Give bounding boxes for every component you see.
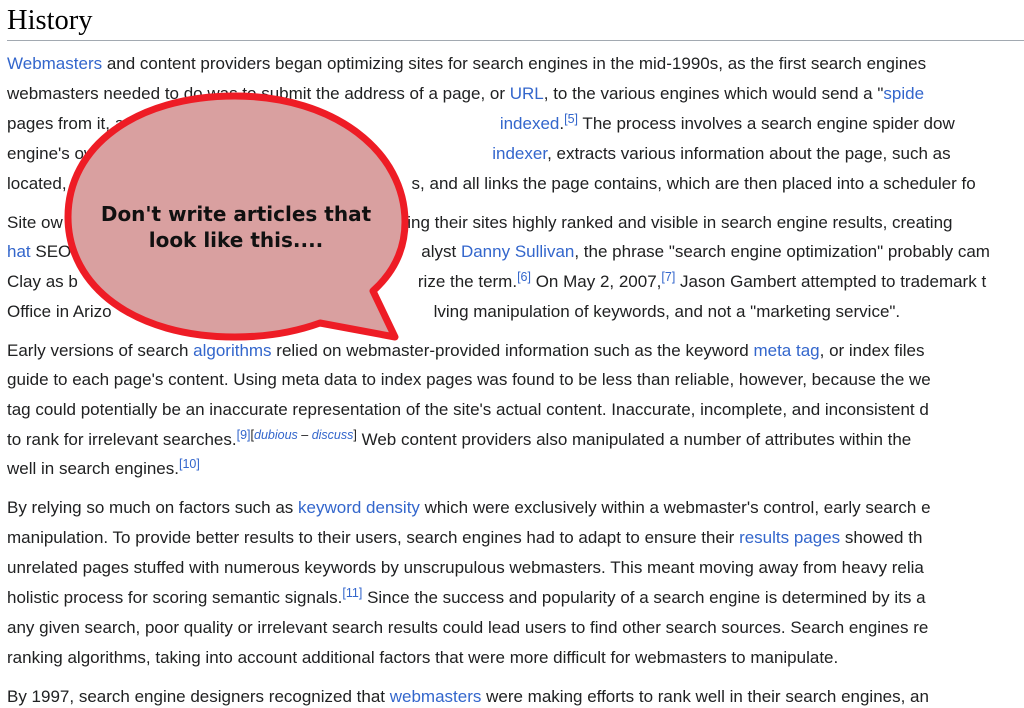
citation-6[interactable]: [6] — [517, 270, 531, 284]
citation-9[interactable]: [9] — [237, 428, 251, 442]
text: located, — [7, 174, 67, 193]
paragraph-4-line-6: ranking algorithms, taking into account … — [7, 647, 838, 669]
paragraph-3-line-5: well in search engines.[10] — [7, 458, 200, 480]
text: guide to each page's content. Using meta… — [7, 370, 931, 389]
text: tag could potentially be an inaccurate r… — [7, 400, 929, 419]
text: rize the term. — [417, 272, 518, 291]
text: , or index files — [819, 341, 925, 360]
paragraph-4-line-3: unrelated pages stuffed with numerous ke… — [7, 557, 924, 579]
link-spider[interactable]: spide — [883, 84, 924, 103]
text: manipulation. To provide better results … — [7, 528, 740, 547]
section-heading: History — [7, 2, 1024, 41]
paragraph-3-line-1: Early versions of search algorithms reli… — [7, 340, 925, 362]
link-indexed[interactable]: indexed — [500, 114, 560, 133]
citation-5[interactable]: [5] — [564, 112, 578, 126]
text: , extracts various information about the… — [547, 144, 951, 163]
text: showed th — [840, 528, 923, 547]
paragraph-1-line-2: webmasters needed to do was to submit th… — [7, 83, 924, 105]
paragraph-3-line-3: tag could potentially be an inaccurate r… — [7, 399, 929, 421]
link-black-hat[interactable]: hat — [7, 242, 31, 261]
text: By 1997, search engine designers recogni… — [7, 687, 390, 706]
link-keyword-density[interactable]: keyword density — [298, 498, 420, 517]
paragraph-2-line-3: Clay as b rize the term.[6] On May 2, 200… — [7, 271, 986, 293]
text: Clay as b — [7, 272, 78, 291]
paragraph-1-line-1: Webmasters and content providers began o… — [7, 53, 926, 75]
text: alyst — [421, 242, 461, 261]
text: and content providers began optimizing s… — [102, 54, 927, 73]
text: s, and all links the page contains, whic… — [411, 174, 976, 193]
text: unrelated pages stuffed with numerous ke… — [7, 558, 924, 577]
text: engine's ow — [7, 144, 97, 163]
text: Since the success and popularity of a se… — [362, 588, 926, 607]
text: holistic process for scoring semantic si… — [7, 588, 343, 607]
paragraph-4-line-4: holistic process for scoring semantic si… — [7, 587, 926, 609]
link-meta-tag[interactable]: meta tag — [753, 341, 819, 360]
citation-7[interactable]: [7] — [661, 270, 675, 284]
speech-bubble-line-2: look like this.... — [148, 228, 324, 252]
speech-bubble-text: Don't write articles that look like this… — [96, 201, 376, 253]
citation-10[interactable]: [10] — [179, 457, 200, 471]
paragraph-5-line-1: By 1997, search engine designers recogni… — [7, 686, 929, 708]
text: Web content providers also manipulated a… — [356, 430, 912, 449]
text: , the phrase "search engine optimization… — [574, 242, 990, 261]
text: Site ow — [7, 213, 63, 232]
paragraph-1-line-3: pages from it, and indexed.[5] The proce… — [7, 113, 955, 135]
text: were making efforts to rank well in thei… — [481, 687, 929, 706]
link-results-pages[interactable]: results pages — [739, 528, 840, 547]
paragraph-1-line-4: engine's ow indexer, extracts various inf… — [7, 143, 951, 165]
text: relied on webmaster-provided information… — [271, 341, 754, 360]
paragraph-3-line-4: to rank for irrelevant searches.[9][dubi… — [7, 429, 911, 451]
link-dubious[interactable]: dubious — [254, 428, 298, 442]
paragraph-1-line-5: located, s, and all links the page contai… — [7, 173, 976, 195]
paragraph-2-line-4: Office in Arizo lving manipulation of key… — [7, 301, 900, 323]
text: SEO — [30, 242, 72, 261]
link-indexer[interactable]: indexer — [492, 144, 547, 163]
link-url[interactable]: URL — [510, 84, 544, 103]
text: ranking algorithms, taking into account … — [7, 648, 839, 667]
text: ying their sites highly ranked and visib… — [398, 213, 953, 232]
text: to rank for irrelevant searches. — [7, 430, 237, 449]
link-webmasters[interactable]: Webmasters — [7, 54, 102, 73]
link-danny-sullivan[interactable]: Danny Sullivan — [461, 242, 574, 261]
link-webmasters-2[interactable]: webmasters — [390, 687, 482, 706]
paragraph-3-line-2: guide to each page's content. Using meta… — [7, 369, 931, 391]
text: pages from it, and — [7, 114, 148, 133]
text: The process involves a search engine spi… — [578, 114, 955, 133]
link-algorithms[interactable]: algorithms — [193, 341, 271, 360]
dash: – — [297, 428, 312, 442]
text: , to the various engines which would sen… — [543, 84, 884, 103]
text: webmasters needed to do was to submit th… — [7, 84, 510, 103]
text: Jason Gambert attempted to trademark t — [675, 272, 987, 291]
paragraph-4-line-5: any given search, poor quality or irrele… — [7, 617, 928, 639]
link-discuss[interactable]: discuss — [312, 428, 354, 442]
text: On May 2, 2007, — [530, 272, 662, 291]
text: Early versions of search — [7, 341, 194, 360]
text: By relying so much on factors such as — [7, 498, 299, 517]
text: Office in Arizo — [7, 302, 112, 321]
text: well in search engines. — [7, 459, 179, 478]
text: lving manipulation of keywords, and not … — [433, 302, 901, 321]
paragraph-4-line-1: By relying so much on factors such as ke… — [7, 497, 931, 519]
speech-bubble-line-1: Don't write articles that — [100, 202, 372, 226]
paragraph-4-line-2: manipulation. To provide better results … — [7, 527, 922, 549]
text: which were exclusively within a webmaste… — [419, 498, 931, 517]
text: any given search, poor quality or irrele… — [7, 618, 929, 637]
citation-11[interactable]: [11] — [342, 586, 362, 600]
